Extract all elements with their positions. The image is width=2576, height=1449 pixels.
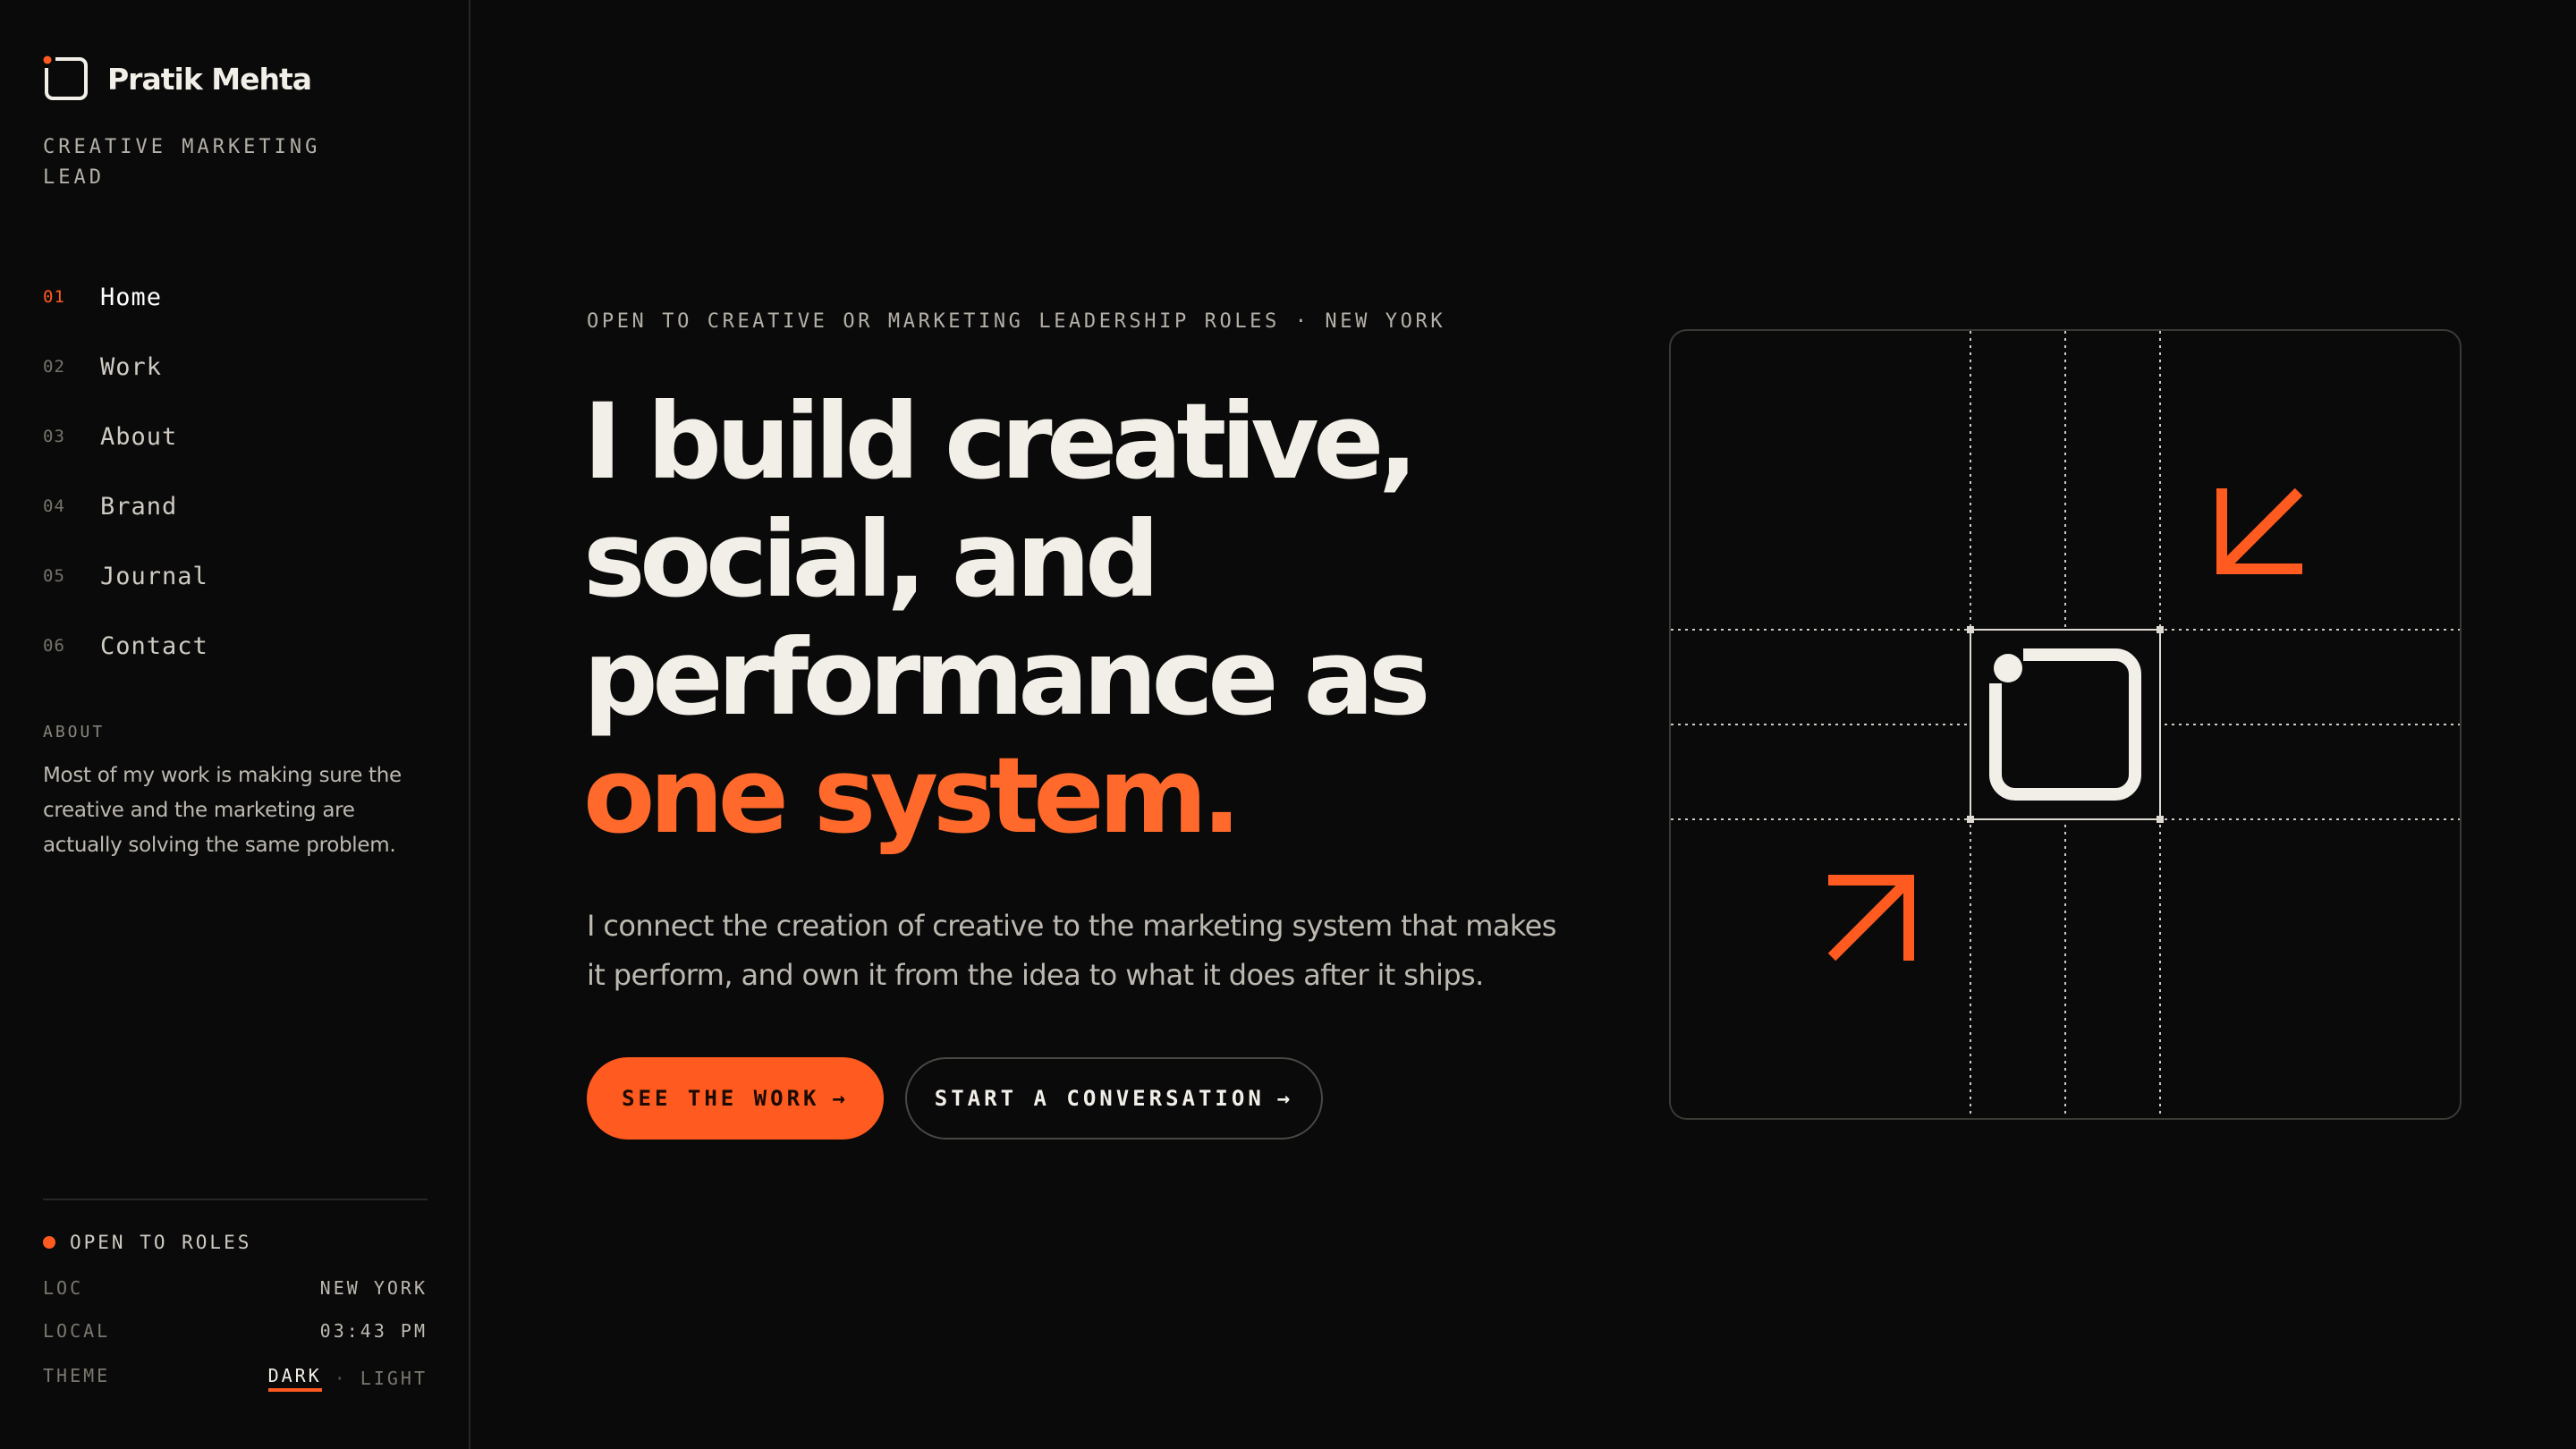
arrow-up-right-icon [1827,875,1914,962]
location-row: LOC NEW YORK [43,1277,428,1299]
hero-lead: I connect the creation of creative to th… [587,909,1556,992]
nav-item-number: 05 [43,566,65,586]
local-time-row: LOCAL 03:43 PM [43,1320,428,1342]
nav-item-number: 01 [43,287,65,307]
start-conversation-button[interactable]: START A CONVERSATION → [905,1057,1323,1140]
nav-item-label: About [100,422,178,451]
local-time-value: 03:43 PM [319,1320,428,1342]
arrow-right-icon: → [1276,1086,1294,1111]
theme-row: THEME DARK · LIGHT [43,1365,428,1392]
hero-eyebrow: OPEN TO CREATIVE OR MARKETING LEADERSHIP… [587,310,1446,333]
nav-item-label: Home [100,283,163,311]
nav-item-brand[interactable]: 04 Brand [43,471,208,541]
brand-logo[interactable]: Pratik Mehta [43,55,312,102]
location-key: LOC [43,1277,84,1299]
nav-item-work[interactable]: 02 Work [43,332,208,402]
headline-line: performance as [583,616,1430,739]
brand-name: Pratik Mehta [107,61,312,97]
nav-item-number: 03 [43,427,65,446]
location-value: NEW YORK [319,1277,428,1299]
hero-headline: I build creative, social, and performanc… [583,383,1612,855]
status-label: OPEN TO ROLES [70,1232,252,1253]
headline-line: I build creative, [583,380,1418,503]
headline-accent-line: one system. [583,734,1241,857]
logo-mark-icon [43,55,88,100]
main-nav: 01 Home 02 Work 03 About 04 Brand 05 Jou… [43,262,208,681]
arrow-right-icon: → [832,1086,849,1111]
theme-key: THEME [43,1365,111,1386]
theme-separator: · [334,1368,348,1389]
sidebar: Pratik Mehta CREATIVE MARKETING LEAD 01 … [0,0,470,1449]
about-heading: ABOUT [43,723,106,741]
theme-toggle: DARK · LIGHT [267,1365,428,1392]
local-time-key: LOCAL [43,1320,111,1342]
see-the-work-button[interactable]: SEE THE WORK → [587,1057,884,1140]
nav-item-number: 06 [43,636,65,656]
nav-item-number: 02 [43,357,65,377]
about-text: Most of my work is making sure the creat… [43,764,402,857]
start-conversation-label: START A CONVERSATION [934,1086,1265,1111]
nav-item-number: 04 [43,496,65,516]
sidebar-divider [43,1199,428,1200]
nav-item-home[interactable]: 01 Home [43,262,208,332]
nav-item-contact[interactable]: 06 Contact [43,611,208,681]
nav-item-label: Journal [100,562,208,590]
theme-light-option[interactable]: LIGHT [360,1368,428,1389]
nav-item-label: Brand [100,492,178,521]
status-badge: OPEN TO ROLES [43,1232,251,1253]
status-dot-icon [43,1236,55,1249]
nav-item-label: Work [100,352,163,381]
theme-dark-option[interactable]: DARK [267,1365,322,1392]
headline-line: social, and [583,498,1160,621]
hero-graphic [1669,329,2462,1120]
see-the-work-label: SEE THE WORK [622,1086,820,1111]
arrow-down-left-icon [2216,487,2303,574]
nav-item-about[interactable]: 03 About [43,402,208,471]
nav-item-label: Contact [100,631,208,660]
hero-graphic-canvas [1671,331,2460,1118]
brand-role: CREATIVE MARKETING LEAD [43,136,321,189]
nav-item-journal[interactable]: 05 Journal [43,541,208,611]
